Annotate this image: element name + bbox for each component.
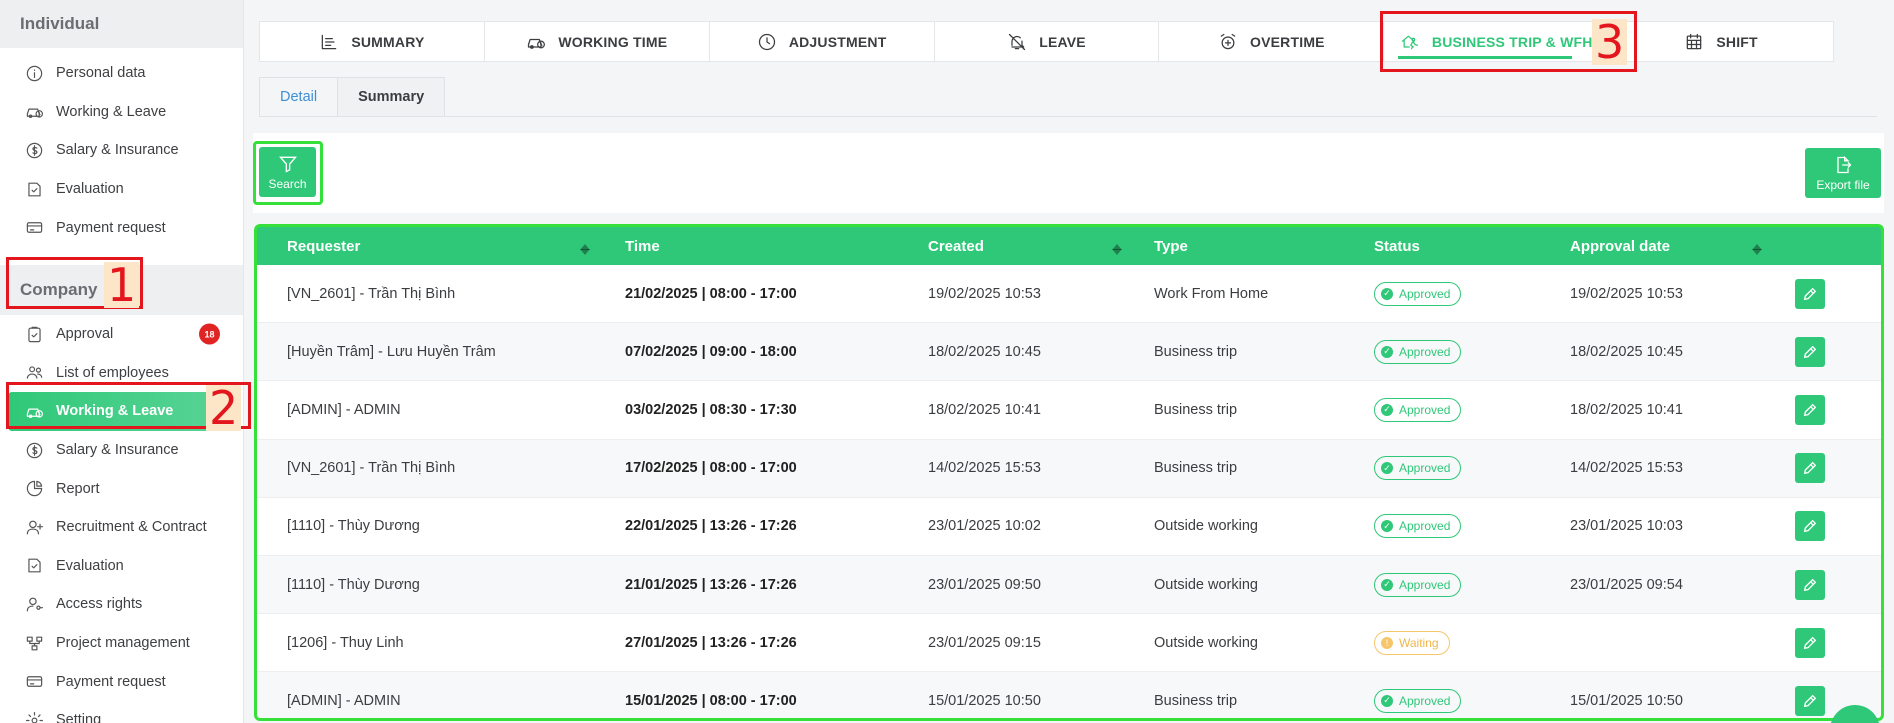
sidebar-item-company-8[interactable]: Project management xyxy=(0,624,243,663)
people-icon xyxy=(26,366,42,379)
sidebar-item-label: Project management xyxy=(56,635,190,652)
dollar-circle-icon xyxy=(24,140,44,160)
info-icon xyxy=(26,65,42,82)
sidebar-item-label: Salary & Insurance xyxy=(56,142,179,159)
tab-working-time[interactable]: WORKING TIME xyxy=(485,22,710,61)
evaluation-icon xyxy=(24,556,44,576)
sidebar-item-label: Report xyxy=(56,480,100,497)
sidebar-item-label: Evaluation xyxy=(56,557,124,574)
tab-label: ADJUSTMENT xyxy=(788,33,887,50)
tab-adjustment[interactable]: ADJUSTMENT xyxy=(710,22,935,61)
info-icon xyxy=(24,63,44,83)
table-highlight-box xyxy=(254,224,1884,721)
evaluation-icon xyxy=(27,558,41,573)
sidebar-item-label: Recruitment & Contract xyxy=(56,519,207,536)
evaluation-icon xyxy=(27,182,41,197)
approval-count-badge: 18 xyxy=(199,323,220,345)
tab-label: SUMMARY xyxy=(351,33,425,50)
sidebar-item-label: Salary & Insurance xyxy=(56,442,179,459)
sidebar-item-company-0[interactable]: Approval 18 xyxy=(0,315,243,354)
sidebar: Individual Personal data Working & Leave S… xyxy=(0,0,244,723)
annotation-number-2: 2 xyxy=(206,385,242,431)
sidebar-item-company-10[interactable]: Setting xyxy=(0,701,243,723)
sidebar-item-individual-1[interactable]: Working & Leave xyxy=(0,93,243,132)
project-icon xyxy=(24,633,44,653)
sidebar-item-label: Setting xyxy=(56,712,102,723)
people-icon xyxy=(24,363,44,383)
sidebar-item-company-6[interactable]: Evaluation xyxy=(0,547,243,586)
payment-icon xyxy=(26,676,42,687)
clock-icon xyxy=(758,33,775,50)
sidebar-item-company-7[interactable]: Access rights xyxy=(0,585,243,624)
tab-overtime[interactable]: OVERTIME xyxy=(1159,22,1385,61)
evaluation-icon xyxy=(24,179,44,199)
car-clock-icon xyxy=(528,38,546,49)
dollar-circle-icon xyxy=(24,440,44,460)
tab-label: OVERTIME xyxy=(1250,33,1325,50)
sidebar-item-company-3[interactable]: Salary & Insurance xyxy=(0,431,243,470)
calendar-icon xyxy=(1687,33,1702,49)
sidebar-item-label: Evaluation xyxy=(56,181,124,198)
sidebar-item-label: Access rights xyxy=(56,596,143,613)
clipboard-check-icon xyxy=(27,326,41,342)
clipboard-check-icon xyxy=(24,324,44,344)
pie-chart-icon xyxy=(26,480,42,497)
toolbar xyxy=(253,133,1884,213)
sidebar-item-label: Payment request xyxy=(56,673,166,690)
user-key-icon xyxy=(24,594,44,614)
pie-chart-icon xyxy=(24,479,44,499)
annotation-number-1: 1 xyxy=(104,262,140,308)
gear-icon xyxy=(24,710,44,723)
user-plus-icon xyxy=(26,520,43,535)
sidebar-item-individual-0[interactable]: Personal data xyxy=(0,54,243,93)
sidebar-item-label: Payment request xyxy=(56,219,166,236)
sidebar-item-label: List of employees xyxy=(56,364,169,381)
sidebar-item-label: Working & Leave xyxy=(56,103,167,120)
bell-off-icon xyxy=(1009,33,1026,50)
sub-tabs-divider xyxy=(437,116,1877,117)
sidebar-item-company-9[interactable]: Payment request xyxy=(0,662,243,701)
dollar-circle-icon xyxy=(26,442,42,458)
sidebar-item-label: Personal data xyxy=(56,65,146,82)
sidebar-item-company-4[interactable]: Report xyxy=(0,469,243,508)
sidebar-item-company-5[interactable]: Recruitment & Contract xyxy=(0,508,243,547)
payment-icon xyxy=(24,672,44,692)
annotation-number-3: 3 xyxy=(1592,19,1628,65)
tab-summary[interactable]: SUMMARY xyxy=(260,22,485,61)
dollar-circle-icon xyxy=(26,142,42,159)
car-clock-icon xyxy=(26,108,43,119)
sub-tabs: Detail Summary xyxy=(259,77,446,117)
export-file-button[interactable]: Export file xyxy=(1805,148,1881,198)
tab-label: LEAVE xyxy=(1039,33,1086,50)
tab-shift[interactable]: SHIFT xyxy=(1609,22,1833,61)
project-icon xyxy=(26,636,42,650)
car-clock-icon xyxy=(24,102,44,122)
sidebar-item-label: Approval xyxy=(56,326,114,343)
user-key-icon xyxy=(26,597,43,612)
payment-icon xyxy=(26,222,42,234)
individual-section-header: Individual xyxy=(0,0,243,48)
export-icon xyxy=(1837,155,1852,173)
list-icon xyxy=(322,34,337,49)
tab-label: WORKING TIME xyxy=(558,33,668,50)
tab-summary[interactable]: Summary xyxy=(337,77,446,117)
tab-leave[interactable]: LEAVE xyxy=(935,22,1160,61)
payment-icon xyxy=(24,218,44,238)
export-file-label: Export file xyxy=(1816,177,1870,192)
user-plus-icon xyxy=(24,517,44,537)
gear-icon xyxy=(25,711,43,723)
tab-label: SHIFT xyxy=(1716,33,1758,50)
alarm-plus-icon xyxy=(1220,33,1236,49)
sidebar-item-individual-3[interactable]: Evaluation xyxy=(0,170,243,209)
search-highlight-box xyxy=(253,141,323,205)
tab-detail[interactable]: Detail xyxy=(259,77,338,117)
sidebar-item-individual-4[interactable]: Payment request xyxy=(0,208,243,247)
sidebar-item-individual-2[interactable]: Salary & Insurance xyxy=(0,131,243,170)
